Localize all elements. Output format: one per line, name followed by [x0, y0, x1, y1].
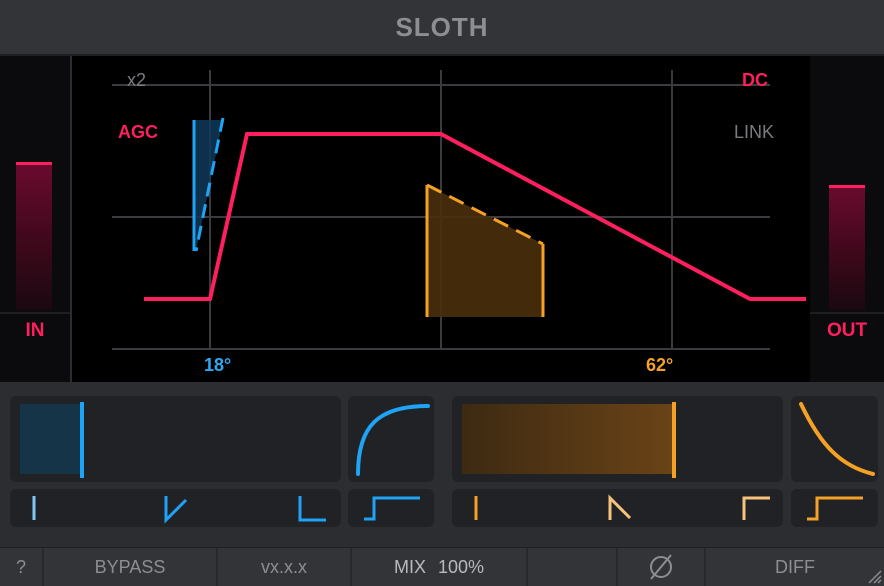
transfer-graph[interactable]: x2 AGC DC LINK 18° 62°: [72, 56, 810, 382]
meter-divider: [0, 312, 70, 314]
left-mode-selector: [10, 489, 341, 527]
input-meter-peak: [16, 162, 52, 165]
right-angle-readout: 62°: [646, 355, 674, 375]
version-label: vx.x.x: [218, 548, 352, 586]
footer-bar: ? BYPASS vx.x.x MIX 100% DIFF: [0, 547, 884, 586]
output-meter-label: OUT: [826, 320, 868, 341]
diff-button[interactable]: DIFF: [706, 548, 884, 586]
title-bar: SLOTH: [0, 0, 884, 56]
corner-mode-icon: [298, 496, 326, 522]
output-meter: OUT: [810, 56, 884, 382]
concave-curve-icon: [799, 402, 875, 476]
left-shape-button[interactable]: [348, 396, 434, 482]
graph-canvas: [112, 70, 806, 350]
agc-toggle[interactable]: AGC: [118, 122, 158, 143]
right-mode-selector: [452, 489, 783, 527]
output-meter-bar: [829, 187, 865, 310]
left-step-button[interactable]: [348, 489, 434, 527]
right-mode-icons: [474, 494, 770, 520]
link-toggle[interactable]: LINK: [734, 122, 774, 143]
bypass-button[interactable]: BYPASS: [44, 548, 218, 586]
mix-control[interactable]: MIX 100%: [352, 548, 528, 586]
step-icon: [807, 496, 863, 521]
left-angle-readout: 18°: [204, 355, 232, 375]
right-slider-fill: [462, 404, 672, 474]
left-mode-icons: [32, 496, 326, 524]
input-meter: IN: [0, 56, 70, 382]
phase-invert-button[interactable]: [618, 548, 706, 586]
mix-value: 100%: [437, 556, 485, 577]
mix-label: MIX: [393, 556, 426, 577]
footer-spacer: [528, 548, 618, 586]
x2-label[interactable]: x2: [127, 70, 146, 91]
right-slider-handle[interactable]: [672, 402, 676, 478]
convex-curve-icon: [356, 404, 430, 476]
v-mode-icon: [164, 496, 188, 524]
corner-mode-icon: [742, 496, 770, 520]
phase-invert-icon: [650, 554, 672, 580]
dc-toggle[interactable]: DC: [742, 70, 768, 91]
left-slider-fill: [20, 404, 80, 474]
input-meter-bar: [16, 164, 52, 310]
help-button[interactable]: ?: [0, 548, 44, 586]
right-region-fill: [427, 185, 543, 317]
right-step-button[interactable]: [791, 489, 878, 527]
step-icon: [364, 496, 420, 521]
resize-grip-icon[interactable]: [866, 568, 882, 584]
meter-divider: [810, 312, 884, 314]
right-shape-button[interactable]: [791, 396, 878, 482]
app-title: SLOTH: [395, 11, 489, 42]
left-slider[interactable]: [10, 396, 341, 482]
right-slider[interactable]: [452, 396, 783, 482]
left-slider-handle[interactable]: [80, 402, 84, 478]
input-meter-label: IN: [25, 320, 45, 341]
peak-mode-icon: [608, 494, 632, 520]
output-meter-peak: [829, 185, 865, 188]
